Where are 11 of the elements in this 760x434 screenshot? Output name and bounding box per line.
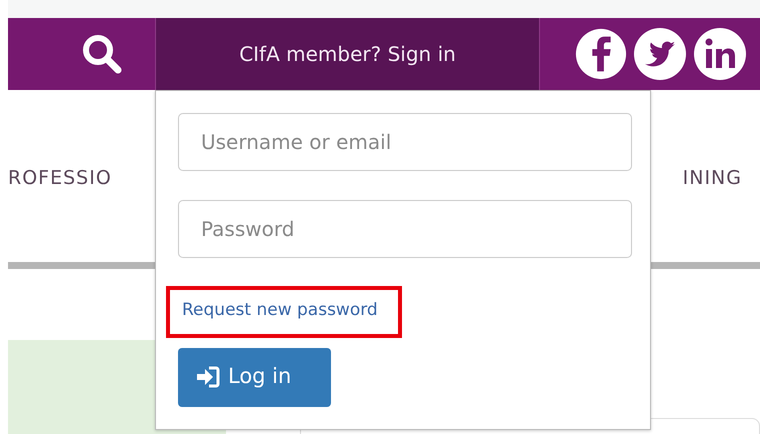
sign-in-link[interactable]: CIfA member? Sign in <box>155 18 540 90</box>
nav-link[interactable]: INING <box>682 164 742 192</box>
password-field[interactable]: Password <box>178 200 632 258</box>
facebook-icon[interactable] <box>574 26 628 82</box>
login-button[interactable]: Log in <box>178 348 331 406</box>
username-field[interactable]: Username or email <box>178 113 632 171</box>
request-password-link[interactable]: Request new password <box>182 300 378 320</box>
linkedin-icon[interactable] <box>692 26 748 82</box>
twitter-icon[interactable] <box>632 26 688 82</box>
login-icon <box>196 366 220 388</box>
nav-link[interactable]: ROFESSIO <box>8 164 112 192</box>
